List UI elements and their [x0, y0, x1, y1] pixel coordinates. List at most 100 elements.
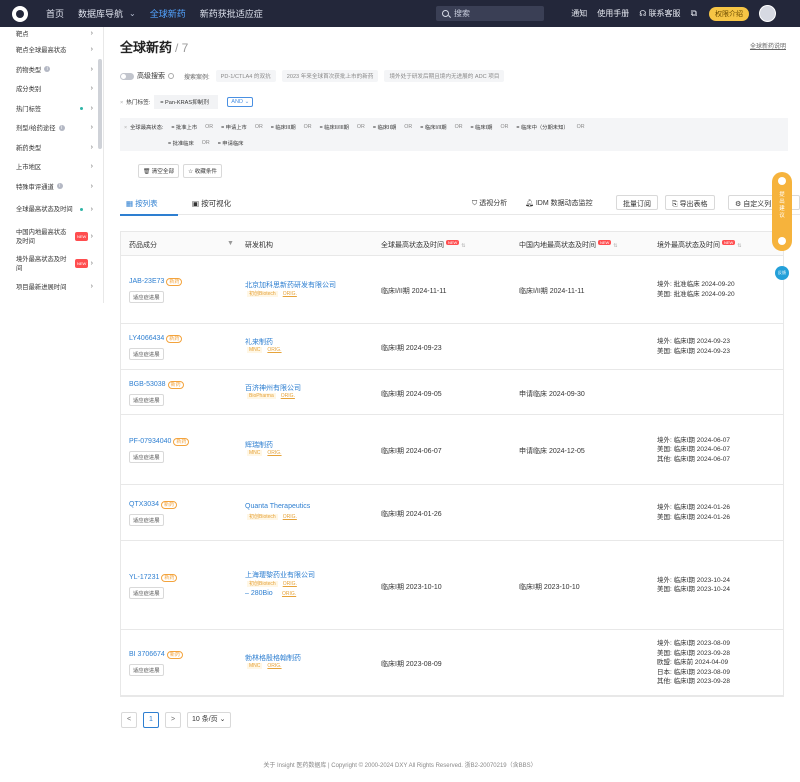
sidebar-item-target-status[interactable]: 靶点全球最高状态 ›	[0, 40, 103, 60]
help-icon[interactable]	[168, 73, 174, 79]
status-option[interactable]: = 临床I期	[471, 123, 493, 131]
advanced-search-toggle[interactable]	[120, 72, 134, 80]
or-operator[interactable]: OR	[577, 124, 585, 130]
table-row[interactable]: YL-17231 新药 适应症进展 上海璎黎药业有限公司 初创Biotech ORIG. –…	[121, 541, 783, 630]
nav-approvals[interactable]: 新药获批适应症	[200, 7, 263, 20]
export-button[interactable]: ⎘ 导出表格	[665, 195, 715, 210]
progress-button[interactable]: 适应症进展	[129, 393, 164, 406]
example-chip[interactable]: 境外处于研发后期且境内无进展的 ADC 项目	[384, 70, 505, 82]
prev-page-button[interactable]: <	[121, 712, 137, 728]
sidebar-item-special-review[interactable]: 特殊审评通道 i ›	[0, 177, 103, 197]
sidebar-item-drug-type[interactable]: 药物类型 i ›	[0, 60, 103, 80]
manual-link[interactable]: 使用手册	[597, 8, 629, 19]
drug-name-link[interactable]: BGB-53038 新药	[129, 380, 184, 389]
example-chip[interactable]: 2023 年来全球首次获批上市的新药	[281, 70, 379, 82]
table-row[interactable]: BGB-53038 新药 适应症进展 百济神州有限公司 BioPharma ORIG. 临床…	[121, 370, 783, 415]
close-icon[interactable]: ×	[120, 100, 123, 106]
org-link[interactable]: 辉瑞制药	[245, 440, 273, 450]
status-option[interactable]: = 申请上市	[221, 123, 247, 131]
chevron-down-icon[interactable]: ⌄	[129, 9, 136, 18]
analysis-button[interactable]: ⛉ 透视分析	[472, 198, 507, 208]
drug-name-link[interactable]: PF-07934040 新药	[129, 438, 190, 446]
nav-home[interactable]: 首页	[46, 7, 64, 20]
filter-icon[interactable]: ▼	[227, 240, 234, 247]
drug-name-link[interactable]: LY4066434 新药	[129, 335, 183, 343]
drug-name-link[interactable]: BI 3706674 新药	[129, 651, 183, 659]
or-operator[interactable]: OR	[202, 140, 210, 146]
progress-button[interactable]: 适应症进展	[129, 664, 164, 676]
or-operator[interactable]: OR	[500, 124, 508, 130]
progress-button[interactable]: 适应症进展	[129, 348, 164, 360]
hot-tag-value[interactable]: = Pan-KRAS抑制剂	[154, 95, 219, 109]
drug-name-link[interactable]: JAB-23E73 新药	[129, 278, 183, 286]
help-link[interactable]: 全球新药说明	[750, 41, 786, 50]
sidebar-item-region[interactable]: 上市地区 ›	[0, 157, 103, 177]
next-page-button[interactable]: >	[165, 712, 181, 728]
sidebar-scrollbar[interactable]	[98, 59, 102, 149]
drug-name-link[interactable]: QTX3034 新药	[129, 501, 177, 509]
and-selector[interactable]: AND ⌄	[227, 97, 254, 107]
or-operator[interactable]: OR	[255, 124, 263, 130]
sidebar-item-target[interactable]: 靶点 ›	[0, 27, 103, 40]
sidebar-item-new-drug-type[interactable]: 新药类型 ›	[0, 138, 103, 158]
status-option[interactable]: = 临床II/III期	[320, 123, 349, 131]
example-chip[interactable]: PD-1/CTLA4 的双抗	[215, 70, 276, 82]
status-option[interactable]: = 临床I/II期	[420, 123, 446, 131]
org-link[interactable]: 北京加科思新药研发有限公司	[245, 280, 336, 290]
status-option[interactable]: = 申请临床	[218, 139, 244, 147]
status-option[interactable]: = 临床中（分期未知）	[516, 123, 568, 131]
tab-list[interactable]: ▦ 按列表	[126, 198, 158, 209]
nav-global-drugs[interactable]: 全球新药	[150, 7, 186, 20]
page-1-button[interactable]: 1	[143, 712, 159, 728]
sidebar-item-overseas-status[interactable]: 境外最高状态及时间 NEW ›	[0, 250, 103, 277]
feedback-button[interactable]: 反馈	[775, 266, 789, 280]
org-link[interactable]: Quanta Therapeutics	[245, 503, 310, 510]
status-option[interactable]: = 批准临床	[168, 139, 194, 147]
logo-icon[interactable]	[12, 5, 28, 22]
table-row[interactable]: PF-07934040 新药 适应症进展 辉瑞制药 MNC ORIG. 临床I期 2024-…	[121, 415, 783, 485]
progress-button[interactable]: 适应症进展	[129, 451, 164, 463]
clear-all-button[interactable]: 🗑︎ 清空全部	[138, 164, 180, 178]
save-filter-button[interactable]: ☆ 收藏条件	[183, 164, 223, 178]
table-row[interactable]: JAB-23E73 新药 适应症进展 北京加科思新药研发有限公司 初创Biotech OR…	[121, 256, 783, 324]
notify-link[interactable]: 通知	[571, 8, 587, 19]
or-operator[interactable]: OR	[357, 124, 365, 130]
status-option[interactable]: = 批准上市	[171, 123, 197, 131]
header-china-status[interactable]: 中国内地最高状态及时间 NEW⇅	[519, 240, 618, 250]
or-operator[interactable]: OR	[205, 124, 213, 130]
progress-button[interactable]: 适应症进展	[129, 514, 164, 526]
sidebar-item-global-status[interactable]: 全球最高状态及时间 ›	[0, 196, 103, 223]
avatar[interactable]	[759, 5, 776, 22]
support-link[interactable]: ☊ 联系客服	[639, 8, 680, 19]
status-option[interactable]: = 临床III期	[271, 123, 296, 131]
table-row[interactable]: BI 3706674 新药 适应症进展 勃林格殷格翰制药 MNC ORIG. 临床I期 20…	[121, 630, 783, 696]
sidebar-item-component[interactable]: 成分类别 ›	[0, 79, 103, 99]
header-overseas-status[interactable]: 境外最高状态及时间 NEW⇅	[657, 240, 742, 250]
or-operator[interactable]: OR	[404, 124, 412, 130]
org-link[interactable]: 勃林格殷格翰制药	[245, 653, 301, 663]
sidebar-item-hot-tags[interactable]: 热门标签 ›	[0, 99, 103, 119]
batch-subscribe-button[interactable]: 批量订阅	[616, 195, 658, 210]
table-row[interactable]: QTX3034 新药 适应症进展 Quanta Therapeutics 初创Biote…	[121, 485, 783, 541]
sidebar-item-china-status[interactable]: 中国内地最高状态及时间 NEW ›	[0, 223, 103, 250]
progress-button[interactable]: 适应症进展	[129, 586, 164, 599]
drug-name-link[interactable]: YL-17231 新药	[129, 573, 178, 582]
message-icon[interactable]: ⧉	[691, 8, 697, 19]
table-row[interactable]: LY4066434 新药 适应症进展 礼来制药 MNC ORIG. 临床I期 2024-09…	[121, 324, 783, 370]
search-input[interactable]: 搜索	[436, 6, 544, 21]
status-option[interactable]: = 临床II期	[373, 123, 396, 131]
or-operator[interactable]: OR	[304, 124, 312, 130]
monitor-button[interactable]: 🔔︎ IDM 数据动态监控	[525, 198, 593, 208]
org-link[interactable]: 上海璎黎药业有限公司	[245, 570, 315, 580]
org-link[interactable]: – 280Bio	[245, 590, 273, 597]
header-global-status[interactable]: 全球最高状态及时间 NEW⇅	[381, 240, 466, 250]
org-link[interactable]: 礼来制药	[245, 337, 273, 347]
close-icon[interactable]: ×	[124, 125, 127, 131]
page-size-select[interactable]: 10 条/页 ⌄	[187, 712, 231, 728]
or-operator[interactable]: OR	[455, 124, 463, 130]
sidebar-item-latest-progress[interactable]: 项目最新进展时间 ›	[0, 277, 103, 297]
nav-db[interactable]: 数据库导航	[78, 7, 123, 20]
suggestion-panel[interactable]: 提出建议	[772, 172, 792, 251]
tab-visualization[interactable]: ▣ 按可视化	[192, 198, 231, 209]
permission-button[interactable]: 权限介绍	[709, 6, 749, 21]
